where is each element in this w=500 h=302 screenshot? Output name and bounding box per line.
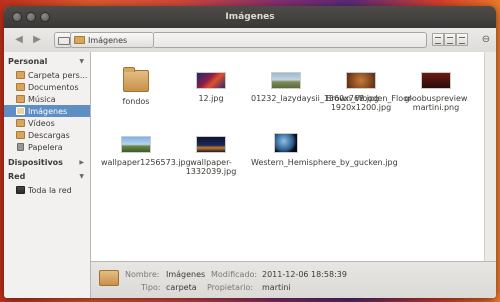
modified-label: Modificado: <box>211 270 258 279</box>
sidebar-item-label: Papelera <box>28 142 63 152</box>
file-manager-window: Imágenes ◀ ▶ Imágenes ⊖ Personal ▼ Carpe… <box>4 6 496 298</box>
image-thumbnail <box>196 72 226 89</box>
sidebar: Personal ▼ Carpeta pers... Documentos Mú… <box>4 52 91 298</box>
path-bar-empty <box>154 32 427 48</box>
image-thumbnail <box>196 136 226 153</box>
file-name: gloobuspreview martini.png <box>404 94 468 112</box>
file-name: wallpaper-1332039.jpg <box>185 158 237 176</box>
icon-view-button[interactable] <box>432 33 444 46</box>
path-button-current[interactable]: Imágenes <box>70 32 154 48</box>
image-thumbnail <box>421 72 451 89</box>
forward-icon[interactable]: ▶ <box>28 33 46 47</box>
sidebar-item-videos[interactable]: Vídeos <box>4 117 90 129</box>
chevron-down-icon[interactable]: ▼ <box>79 58 84 65</box>
sidebar-section-network[interactable]: Red <box>8 172 25 181</box>
image-thumbnail <box>274 133 298 153</box>
sidebar-item-label: Imágenes <box>28 106 68 116</box>
sidebar-item-downloads[interactable]: Descargas <box>4 129 90 141</box>
chevron-down-icon[interactable]: ▼ <box>79 173 84 180</box>
folder-icon <box>99 270 119 286</box>
sidebar-item-label: Descargas <box>28 130 70 140</box>
folder-icon <box>16 131 25 139</box>
sidebar-item-pictures[interactable]: Imágenes <box>4 105 90 117</box>
chevron-right-icon[interactable]: ▶ <box>79 159 84 166</box>
path-button-label: Imágenes <box>88 35 128 45</box>
file-name: 12.jpg <box>198 94 224 103</box>
file-name: fondos <box>122 97 150 106</box>
home-folder-icon <box>16 71 25 79</box>
trash-icon <box>17 143 24 151</box>
file-view[interactable]: fondos 12.jpg 01232_lazydaysii_1360x768.… <box>91 52 484 261</box>
folder-icon <box>16 83 25 91</box>
list-view-button[interactable] <box>444 33 456 46</box>
image-thumbnail <box>346 72 376 89</box>
sidebar-item-home[interactable]: Carpeta pers... <box>4 69 90 81</box>
file-item[interactable]: fondos <box>101 66 171 106</box>
file-item[interactable]: 12.jpg <box>176 66 246 103</box>
type-label: Tipo: <box>141 283 161 292</box>
sidebar-item-network[interactable]: Toda la red <box>4 184 90 196</box>
owner-label: Propietario: <box>207 283 254 292</box>
file-name: 01232_lazydaysii_1360x768.jpg <box>251 94 380 103</box>
file-item[interactable]: Brown_Wooden_Floor-1920x1200.jpg <box>326 66 414 112</box>
sidebar-section-devices[interactable]: Dispositivos <box>8 158 63 167</box>
sidebar-item-trash[interactable]: Papelera <box>4 141 90 153</box>
titlebar[interactable]: Imágenes <box>4 6 496 28</box>
back-icon[interactable]: ◀ <box>10 33 28 47</box>
info-bar: Nombre: Imágenes Modificado: 2011-12-06 … <box>91 261 496 298</box>
folder-icon <box>74 36 85 44</box>
sidebar-item-label: Toda la red <box>28 185 72 195</box>
folder-icon <box>16 107 25 115</box>
toolbar: ◀ ▶ Imágenes ⊖ <box>4 28 496 53</box>
file-item[interactable]: 01232_lazydaysii_1360x768.jpg <box>251 66 380 103</box>
file-item[interactable]: gloobuspreview martini.png <box>401 66 471 112</box>
sidebar-item-label: Música <box>28 94 56 104</box>
sidebar-item-label: Carpeta pers... <box>28 70 88 80</box>
folder-icon <box>16 95 25 103</box>
window-title: Imágenes <box>225 12 275 22</box>
sidebar-item-music[interactable]: Música <box>4 93 90 105</box>
folder-icon <box>123 67 149 92</box>
owner-value: martini <box>262 283 291 292</box>
file-item[interactable]: wallpaper-1332039.jpg <box>176 136 246 176</box>
scrollbar[interactable] <box>484 52 496 261</box>
folder-icon <box>16 119 25 127</box>
sidebar-section-personal[interactable]: Personal <box>8 57 47 66</box>
file-item[interactable]: wallpaper1256573.jpg <box>101 136 191 167</box>
file-name: wallpaper1256573.jpg <box>101 158 191 167</box>
file-name: Western_Hemisphere_by_gucken.jpg <box>251 158 398 167</box>
zoom-icon[interactable]: ⊖ <box>480 33 492 46</box>
name-label: Nombre: <box>125 270 160 279</box>
type-value: carpeta <box>166 283 197 292</box>
image-thumbnail <box>271 72 301 89</box>
compact-view-button[interactable] <box>456 33 468 46</box>
modified-value: 2011-12-06 18:58:39 <box>262 270 347 279</box>
file-name: Brown_Wooden_Floor-1920x1200.jpg <box>326 94 414 112</box>
file-item[interactable]: Western_Hemisphere_by_gucken.jpg <box>251 133 398 167</box>
sidebar-item-documents[interactable]: Documentos <box>4 81 90 93</box>
network-icon <box>16 186 25 194</box>
name-value: Imágenes <box>166 270 206 279</box>
sidebar-item-label: Documentos <box>28 82 79 92</box>
image-thumbnail <box>121 136 151 153</box>
sidebar-item-label: Vídeos <box>28 118 55 128</box>
